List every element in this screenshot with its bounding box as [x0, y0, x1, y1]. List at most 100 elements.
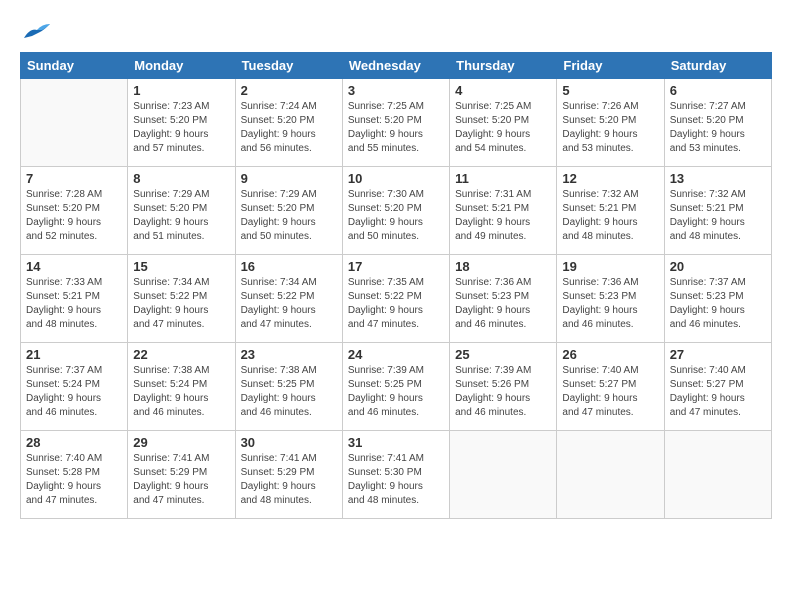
day-cell: 28 Sunrise: 7:40 AM Sunset: 5:28 PM Dayli… — [21, 431, 128, 519]
day-info: Sunrise: 7:26 AM Sunset: 5:20 PM Dayligh… — [562, 100, 658, 156]
week-row-2: 14 Sunrise: 7:33 AM Sunset: 5:21 PM Dayli… — [21, 255, 772, 343]
day-number: 28 — [26, 435, 122, 450]
day-cell: 17 Sunrise: 7:35 AM Sunset: 5:22 PM Dayli… — [342, 255, 449, 343]
day-number: 12 — [562, 171, 658, 186]
day-info: Sunrise: 7:41 AM Sunset: 5:29 PM Dayligh… — [133, 452, 229, 508]
day-cell: 10 Sunrise: 7:30 AM Sunset: 5:20 PM Dayli… — [342, 167, 449, 255]
logo — [20, 20, 52, 42]
day-cell — [450, 431, 557, 519]
day-info: Sunrise: 7:28 AM Sunset: 5:20 PM Dayligh… — [26, 188, 122, 244]
day-cell: 26 Sunrise: 7:40 AM Sunset: 5:27 PM Dayli… — [557, 343, 664, 431]
day-number: 30 — [241, 435, 337, 450]
day-number: 13 — [670, 171, 766, 186]
day-info: Sunrise: 7:40 AM Sunset: 5:27 PM Dayligh… — [670, 364, 766, 420]
day-cell: 1 Sunrise: 7:23 AM Sunset: 5:20 PM Daylig… — [128, 79, 235, 167]
day-info: Sunrise: 7:34 AM Sunset: 5:22 PM Dayligh… — [241, 276, 337, 332]
day-info: Sunrise: 7:34 AM Sunset: 5:22 PM Dayligh… — [133, 276, 229, 332]
day-number: 24 — [348, 347, 444, 362]
day-number: 15 — [133, 259, 229, 274]
day-number: 21 — [26, 347, 122, 362]
day-info: Sunrise: 7:32 AM Sunset: 5:21 PM Dayligh… — [670, 188, 766, 244]
day-info: Sunrise: 7:33 AM Sunset: 5:21 PM Dayligh… — [26, 276, 122, 332]
header-day-friday: Friday — [557, 53, 664, 79]
day-cell: 21 Sunrise: 7:37 AM Sunset: 5:24 PM Dayli… — [21, 343, 128, 431]
day-info: Sunrise: 7:37 AM Sunset: 5:24 PM Dayligh… — [26, 364, 122, 420]
day-info: Sunrise: 7:25 AM Sunset: 5:20 PM Dayligh… — [348, 100, 444, 156]
header-day-tuesday: Tuesday — [235, 53, 342, 79]
day-number: 26 — [562, 347, 658, 362]
day-cell — [21, 79, 128, 167]
day-number: 10 — [348, 171, 444, 186]
day-cell: 29Sunrise: 7:41 AM Sunset: 5:29 PM Dayli… — [128, 431, 235, 519]
day-number: 27 — [670, 347, 766, 362]
day-cell: 14 Sunrise: 7:33 AM Sunset: 5:21 PM Dayli… — [21, 255, 128, 343]
day-number: 11 — [455, 171, 551, 186]
day-cell — [557, 431, 664, 519]
day-number: 19 — [562, 259, 658, 274]
day-cell: 7 Sunrise: 7:28 AM Sunset: 5:20 PM Daylig… — [21, 167, 128, 255]
day-info: Sunrise: 7:32 AM Sunset: 5:21 PM Dayligh… — [562, 188, 658, 244]
day-number: 7 — [26, 171, 122, 186]
header-day-sunday: Sunday — [21, 53, 128, 79]
day-number: 1 — [133, 83, 229, 98]
day-cell: 19 Sunrise: 7:36 AM Sunset: 5:23 PM Dayli… — [557, 255, 664, 343]
day-cell — [664, 431, 771, 519]
week-row-0: 1 Sunrise: 7:23 AM Sunset: 5:20 PM Daylig… — [21, 79, 772, 167]
header-day-monday: Monday — [128, 53, 235, 79]
day-info: Sunrise: 7:29 AM Sunset: 5:20 PM Dayligh… — [133, 188, 229, 244]
day-number: 3 — [348, 83, 444, 98]
day-info: Sunrise: 7:41 AM Sunset: 5:29 PM Dayligh… — [241, 452, 337, 508]
day-info: Sunrise: 7:40 AM Sunset: 5:27 PM Dayligh… — [562, 364, 658, 420]
day-info: Sunrise: 7:37 AM Sunset: 5:23 PM Dayligh… — [670, 276, 766, 332]
day-info: Sunrise: 7:25 AM Sunset: 5:20 PM Dayligh… — [455, 100, 551, 156]
day-cell: 2 Sunrise: 7:24 AM Sunset: 5:20 PM Daylig… — [235, 79, 342, 167]
day-number: 6 — [670, 83, 766, 98]
day-number: 25 — [455, 347, 551, 362]
day-number: 9 — [241, 171, 337, 186]
day-number: 17 — [348, 259, 444, 274]
day-cell: 3 Sunrise: 7:25 AM Sunset: 5:20 PM Daylig… — [342, 79, 449, 167]
day-info: Sunrise: 7:23 AM Sunset: 5:20 PM Dayligh… — [133, 100, 229, 156]
day-info: Sunrise: 7:27 AM Sunset: 5:20 PM Dayligh… — [670, 100, 766, 156]
header-row: SundayMondayTuesdayWednesdayThursdayFrid… — [21, 53, 772, 79]
day-info: Sunrise: 7:40 AM Sunset: 5:28 PM Dayligh… — [26, 452, 122, 508]
logo-bird-icon — [22, 20, 52, 42]
day-info: Sunrise: 7:39 AM Sunset: 5:25 PM Dayligh… — [348, 364, 444, 420]
week-row-4: 28 Sunrise: 7:40 AM Sunset: 5:28 PM Dayli… — [21, 431, 772, 519]
day-info: Sunrise: 7:36 AM Sunset: 5:23 PM Dayligh… — [562, 276, 658, 332]
day-cell: 18 Sunrise: 7:36 AM Sunset: 5:23 PM Dayli… — [450, 255, 557, 343]
day-number: 18 — [455, 259, 551, 274]
day-info: Sunrise: 7:30 AM Sunset: 5:20 PM Dayligh… — [348, 188, 444, 244]
calendar-table: SundayMondayTuesdayWednesdayThursdayFrid… — [20, 52, 772, 519]
header-day-saturday: Saturday — [664, 53, 771, 79]
calendar-header: SundayMondayTuesdayWednesdayThursdayFrid… — [21, 53, 772, 79]
day-info: Sunrise: 7:36 AM Sunset: 5:23 PM Dayligh… — [455, 276, 551, 332]
day-info: Sunrise: 7:38 AM Sunset: 5:25 PM Dayligh… — [241, 364, 337, 420]
day-info: Sunrise: 7:39 AM Sunset: 5:26 PM Dayligh… — [455, 364, 551, 420]
day-cell: 27 Sunrise: 7:40 AM Sunset: 5:27 PM Dayli… — [664, 343, 771, 431]
day-number: 5 — [562, 83, 658, 98]
day-info: Sunrise: 7:31 AM Sunset: 5:21 PM Dayligh… — [455, 188, 551, 244]
day-cell: 20 Sunrise: 7:37 AM Sunset: 5:23 PM Dayli… — [664, 255, 771, 343]
day-info: Sunrise: 7:24 AM Sunset: 5:20 PM Dayligh… — [241, 100, 337, 156]
day-info: Sunrise: 7:41 AM Sunset: 5:30 PM Dayligh… — [348, 452, 444, 508]
day-cell: 11 Sunrise: 7:31 AM Sunset: 5:21 PM Dayli… — [450, 167, 557, 255]
day-cell: 6 Sunrise: 7:27 AM Sunset: 5:20 PM Daylig… — [664, 79, 771, 167]
day-number: 2 — [241, 83, 337, 98]
day-cell: 25 Sunrise: 7:39 AM Sunset: 5:26 PM Dayli… — [450, 343, 557, 431]
day-info: Sunrise: 7:35 AM Sunset: 5:22 PM Dayligh… — [348, 276, 444, 332]
day-cell: 12 Sunrise: 7:32 AM Sunset: 5:21 PM Dayli… — [557, 167, 664, 255]
day-number: 14 — [26, 259, 122, 274]
day-number: 8 — [133, 171, 229, 186]
day-number: 23 — [241, 347, 337, 362]
header — [20, 20, 772, 42]
day-cell: 22Sunrise: 7:38 AM Sunset: 5:24 PM Dayli… — [128, 343, 235, 431]
day-number: 20 — [670, 259, 766, 274]
day-info: Sunrise: 7:38 AM Sunset: 5:24 PM Dayligh… — [133, 364, 229, 420]
page: SundayMondayTuesdayWednesdayThursdayFrid… — [0, 0, 792, 612]
header-day-wednesday: Wednesday — [342, 53, 449, 79]
week-row-3: 21 Sunrise: 7:37 AM Sunset: 5:24 PM Dayli… — [21, 343, 772, 431]
day-number: 31 — [348, 435, 444, 450]
day-cell: 4Sunrise: 7:25 AM Sunset: 5:20 PM Daylig… — [450, 79, 557, 167]
header-day-thursday: Thursday — [450, 53, 557, 79]
